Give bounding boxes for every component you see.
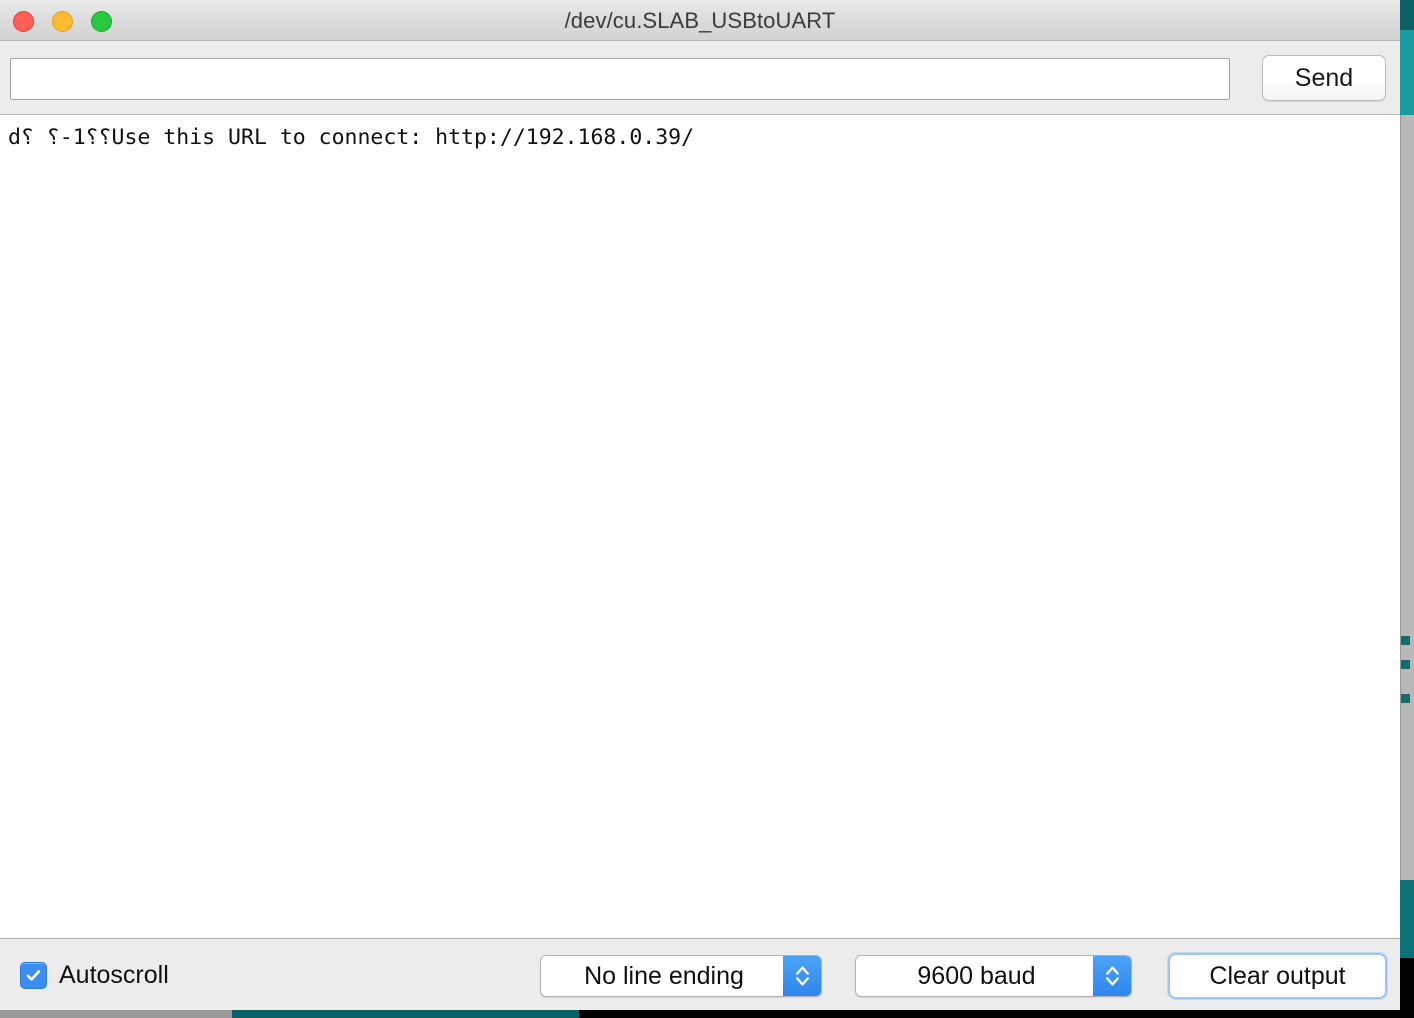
serial-monitor-window: /dev/cu.SLAB_USBtoUART Send d⸮ ⸮-1⸮⸮Use …: [0, 0, 1400, 1010]
checkmark-icon: [20, 962, 47, 989]
background-teal-strip-middle: [1400, 30, 1414, 115]
chevron-updown-icon[interactable]: [783, 956, 821, 996]
background-teal-strip-top: [1400, 0, 1414, 30]
baud-rate-select[interactable]: 9600 baud: [855, 955, 1132, 997]
background-bottom-gray-strip: [0, 1010, 232, 1018]
window-titlebar: /dev/cu.SLAB_USBtoUART: [0, 0, 1400, 41]
autoscroll-label: Autoscroll: [59, 961, 169, 989]
background-teal-strip-lower: [1400, 880, 1414, 958]
chevron-updown-icon[interactable]: [1093, 956, 1131, 996]
baud-rate-value: 9600 baud: [917, 961, 1036, 990]
serial-output-area[interactable]: d⸮ ⸮-1⸮⸮Use this URL to connect: http://…: [0, 115, 1400, 938]
background-text-fragment: [1401, 660, 1410, 669]
line-ending-value: No line ending: [584, 961, 744, 990]
command-input[interactable]: [10, 58, 1230, 100]
background-text-fragment: [1401, 694, 1410, 703]
line-ending-select[interactable]: No line ending: [540, 955, 822, 997]
window-title: /dev/cu.SLAB_USBtoUART: [564, 8, 836, 33]
background-bottom-black-strip: [579, 1010, 1414, 1018]
bottom-toolbar: Autoscroll No line ending 9600 baud Clea…: [0, 938, 1400, 1010]
background-bottom-teal-strip: [232, 1010, 579, 1018]
background-text-fragment: [1401, 636, 1410, 645]
autoscroll-checkbox[interactable]: Autoscroll: [20, 961, 169, 990]
send-toolbar: Send: [0, 41, 1400, 115]
background-gray-strip-right: [1400, 115, 1414, 958]
serial-output-text: d⸮ ⸮-1⸮⸮Use this URL to connect: http://…: [8, 125, 695, 150]
send-button[interactable]: Send: [1262, 55, 1386, 101]
clear-output-button[interactable]: Clear output: [1168, 953, 1387, 999]
